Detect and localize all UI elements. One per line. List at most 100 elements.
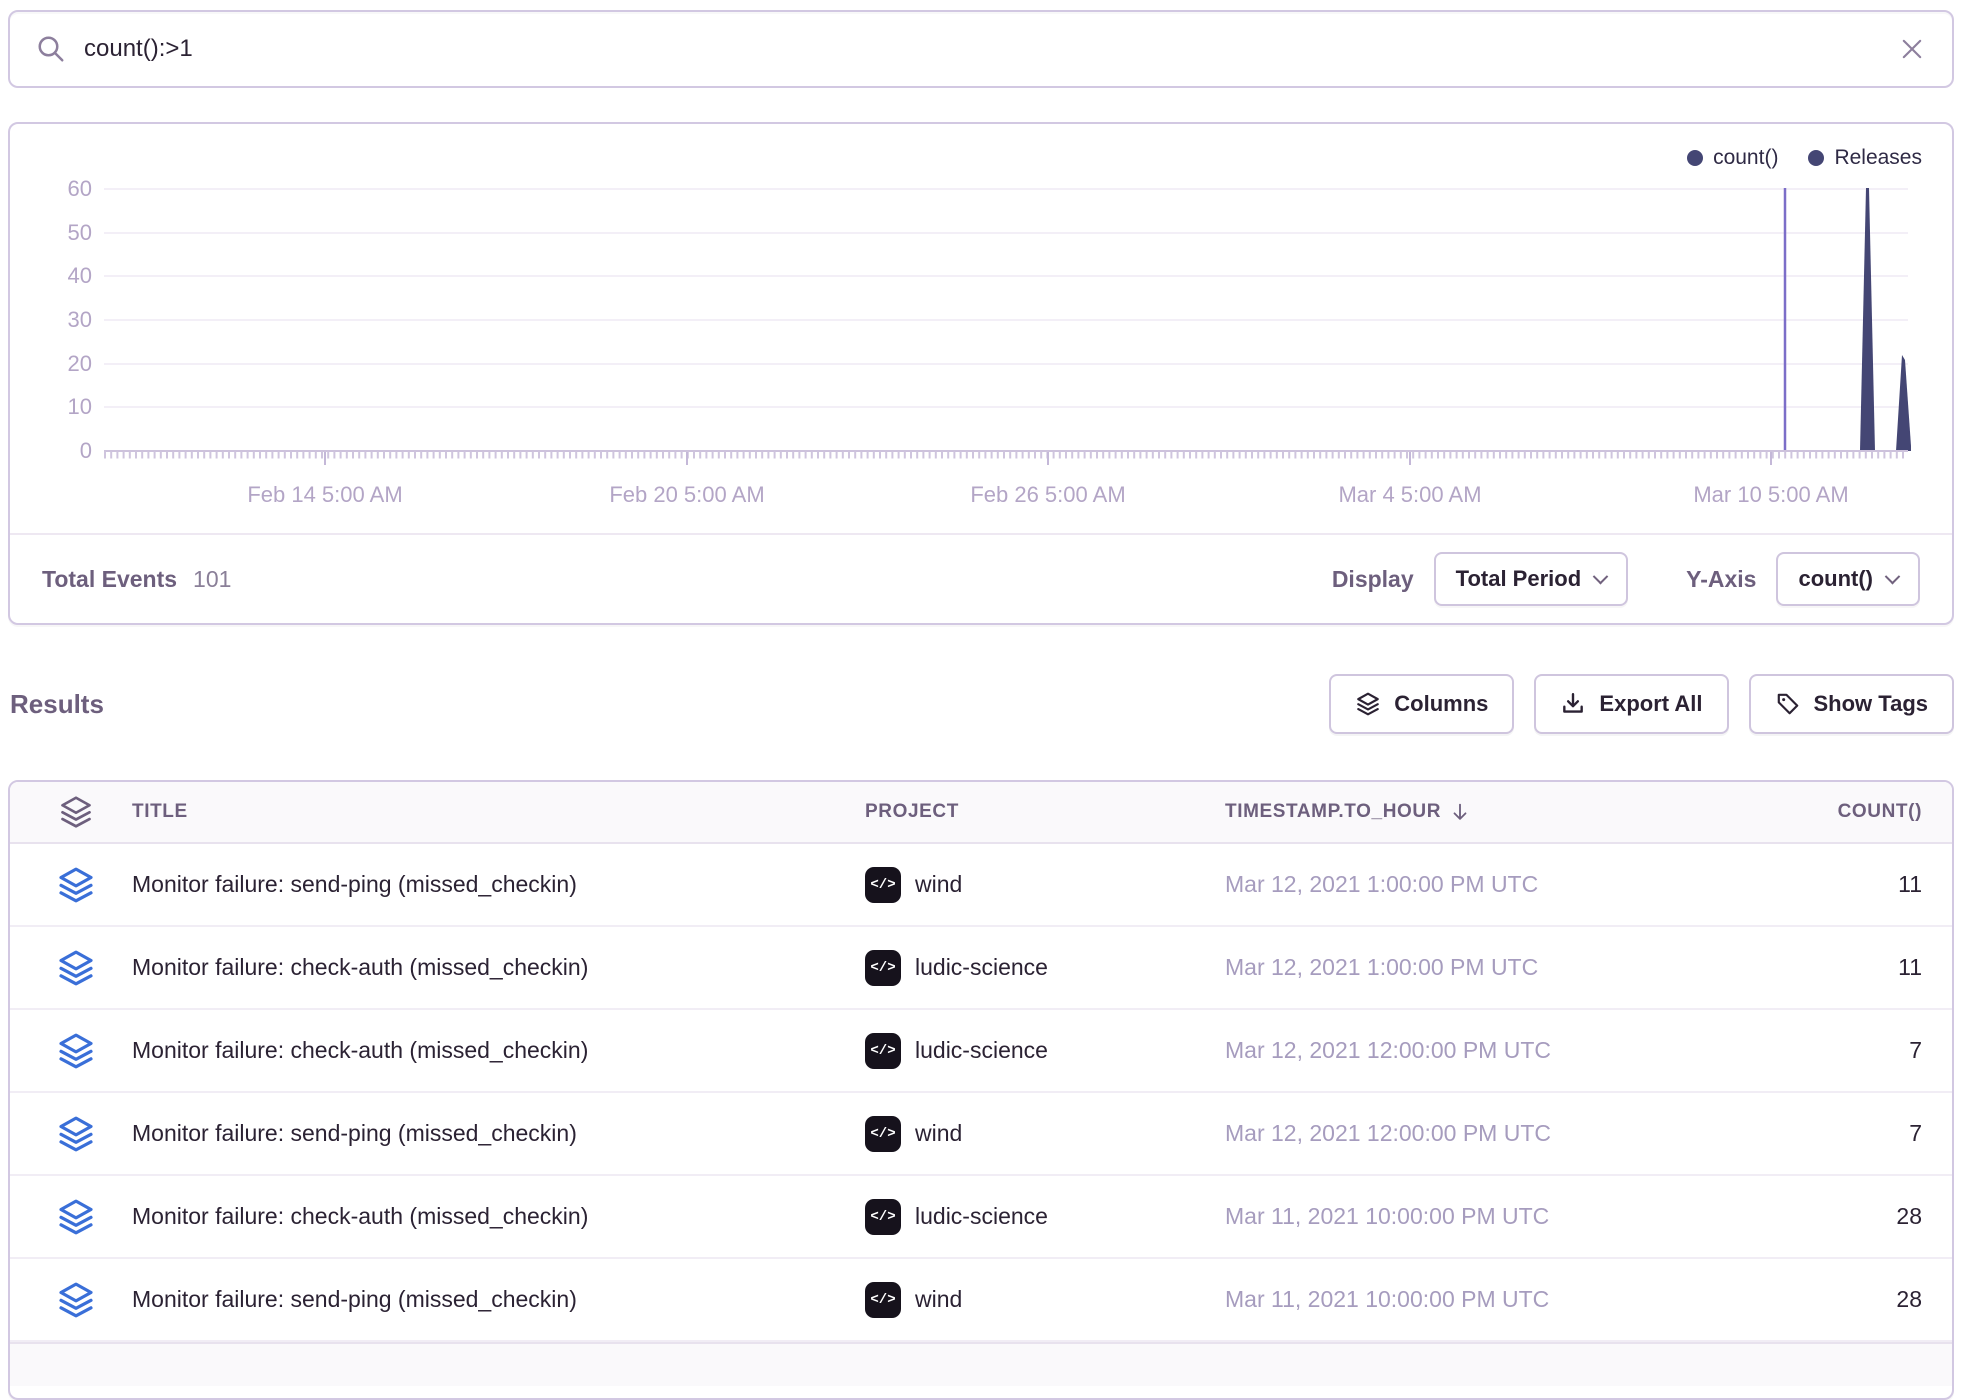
project-cell: </> ludic-science [865,1033,1205,1069]
event-count: 11 [1695,954,1922,981]
events-chart-panel: count() Releases 60 50 40 30 20 10 0 [8,122,1954,625]
export-all-button-label: Export All [1599,691,1702,717]
display-label: Display [1332,566,1414,593]
svg-text:20: 20 [68,351,92,376]
event-timestamp: Mar 12, 2021 12:00:00 PM UTC [1225,1037,1675,1064]
total-events-label: Total Events [42,566,177,593]
project-name: ludic-science [915,954,1048,981]
issue-layers-icon [40,1197,112,1237]
svg-text:Feb 26 5:00 AM: Feb 26 5:00 AM [970,482,1125,507]
event-count: 28 [1695,1203,1922,1230]
issue-layers-icon [40,1031,112,1071]
project-name: ludic-science [915,1203,1048,1230]
chart-legend: count() Releases [1687,146,1922,170]
event-count: 28 [1695,1286,1922,1313]
x-axis-labels: Feb 14 5:00 AM Feb 20 5:00 AM Feb 26 5:0… [247,482,1848,507]
legend-item-count[interactable]: count() [1687,146,1778,170]
event-count: 7 [1695,1120,1922,1147]
show-tags-button-label: Show Tags [1814,691,1929,717]
yaxis-dropdown[interactable]: count() [1776,552,1920,606]
clear-search-icon[interactable] [1898,35,1926,63]
svg-text:10: 10 [68,394,92,419]
sort-descending-icon [1449,801,1471,823]
columns-button[interactable]: Columns [1329,674,1514,734]
tag-icon [1775,691,1801,717]
table-header-row: TITLE PROJECT TIMESTAMP.TO_HOUR COUNT() [10,782,1952,844]
project-platform-icon: </> [865,1199,901,1235]
event-title: Monitor failure: send-ping (missed_check… [132,871,845,898]
table-row[interactable]: Monitor failure: send-ping (missed_check… [10,1093,1952,1176]
svg-text:Mar 10 5:00 AM: Mar 10 5:00 AM [1693,482,1848,507]
column-header-title[interactable]: TITLE [132,801,845,823]
chevron-down-icon [1593,568,1609,584]
column-header-count[interactable]: COUNT() [1695,801,1922,823]
column-header-timestamp[interactable]: TIMESTAMP.TO_HOUR [1225,801,1675,823]
project-name: wind [915,1286,962,1313]
export-all-button[interactable]: Export All [1534,674,1728,734]
table-row[interactable]: Monitor failure: check-auth (missed_chec… [10,1010,1952,1093]
project-name: ludic-science [915,1037,1048,1064]
columns-button-label: Columns [1394,691,1488,717]
event-title: Monitor failure: send-ping (missed_check… [132,1120,845,1147]
svg-text:40: 40 [68,263,92,288]
issue-layers-icon [40,1114,112,1154]
svg-text:30: 30 [68,307,92,332]
results-table: TITLE PROJECT TIMESTAMP.TO_HOUR COUNT() … [8,780,1954,1400]
chart-footer: Total Events 101 Display Total Period Y-… [10,533,1952,623]
event-title: Monitor failure: check-auth (missed_chec… [132,1037,845,1064]
svg-text:0: 0 [80,438,92,463]
x-axis-major-ticks [325,452,1771,465]
event-count: 7 [1695,1037,1922,1064]
table-row[interactable]: Monitor failure: send-ping (missed_check… [10,1259,1952,1342]
table-row[interactable]: Monitor failure: check-auth (missed_chec… [10,1176,1952,1259]
svg-text:Feb 14 5:00 AM: Feb 14 5:00 AM [247,482,402,507]
project-name: wind [915,871,962,898]
display-dropdown[interactable]: Total Period [1434,552,1629,606]
project-platform-icon: </> [865,950,901,986]
chevron-down-icon [1885,568,1901,584]
issue-layers-icon [40,948,112,988]
legend-label-count: count() [1713,146,1778,170]
legend-item-releases[interactable]: Releases [1808,146,1922,170]
column-header-project[interactable]: PROJECT [865,801,1205,823]
yaxis-dropdown-value: count() [1798,566,1873,592]
event-title: Monitor failure: send-ping (missed_check… [132,1286,845,1313]
events-area-chart[interactable]: 60 50 40 30 20 10 0 Feb 14 5:00 AM [10,124,1952,524]
event-title: Monitor failure: check-auth (missed_chec… [132,954,845,981]
legend-dot-releases [1808,150,1824,166]
event-timestamp: Mar 12, 2021 1:00:00 PM UTC [1225,954,1675,981]
event-timestamp: Mar 12, 2021 1:00:00 PM UTC [1225,871,1675,898]
project-name: wind [915,1120,962,1147]
event-timestamp: Mar 12, 2021 12:00:00 PM UTC [1225,1120,1675,1147]
project-platform-icon: </> [865,867,901,903]
table-row[interactable]: Monitor failure: send-ping (missed_check… [10,844,1952,927]
yaxis-label: Y-Axis [1686,566,1756,593]
table-row[interactable]: Monitor failure: check-auth (missed_chec… [10,927,1952,1010]
project-cell: </> ludic-science [865,950,1205,986]
total-events-value: 101 [193,566,231,593]
legend-label-releases: Releases [1834,146,1922,170]
svg-text:60: 60 [68,176,92,201]
chart-gridlines [104,189,1908,407]
project-cell: </> ludic-science [865,1199,1205,1235]
project-cell: </> wind [865,867,1205,903]
project-platform-icon: </> [865,1116,901,1152]
results-title: Results [10,689,104,720]
project-platform-icon: </> [865,1033,901,1069]
issue-layers-icon [40,865,112,905]
search-bar[interactable]: count():>1 [8,10,1954,88]
event-timestamp: Mar 11, 2021 10:00:00 PM UTC [1225,1203,1675,1230]
timestamp-header-label: TIMESTAMP.TO_HOUR [1225,801,1441,823]
project-cell: </> wind [865,1116,1205,1152]
table-footer-strip [10,1342,1952,1386]
download-icon [1560,691,1586,717]
search-icon [36,34,66,64]
svg-text:50: 50 [68,220,92,245]
issue-layers-icon [40,1280,112,1320]
project-platform-icon: </> [865,1282,901,1318]
search-input[interactable]: count():>1 [84,35,1898,63]
show-tags-button[interactable]: Show Tags [1749,674,1955,734]
svg-text:Feb 20 5:00 AM: Feb 20 5:00 AM [609,482,764,507]
layers-icon [40,794,112,830]
legend-dot-count [1687,150,1703,166]
